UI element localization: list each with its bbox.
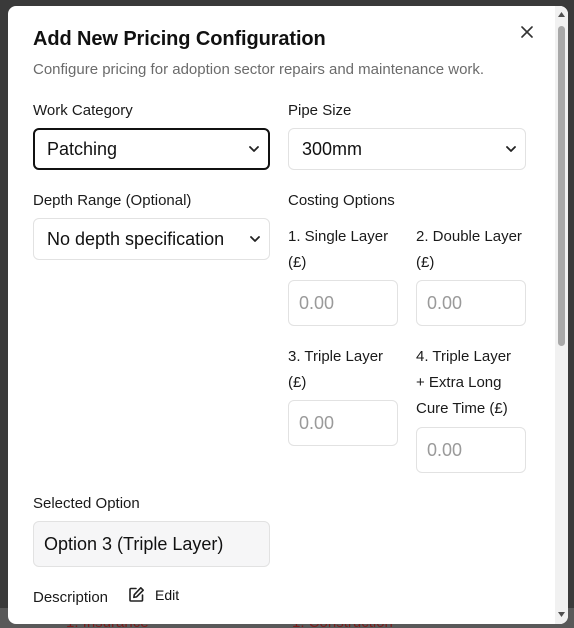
triple-layer-input[interactable]: 0.00 xyxy=(288,400,398,446)
single-layer-label: 1. Single Layer (£) xyxy=(288,228,389,271)
double-layer-label: 2. Double Layer (£) xyxy=(416,228,522,271)
modal-subtitle: Configure pricing for adoption sector re… xyxy=(33,61,485,78)
triple-layer-extra-cure-input[interactable]: 0.00 xyxy=(416,427,526,473)
edit-description-button[interactable]: Edit xyxy=(128,586,179,603)
work-category-label: Work Category xyxy=(33,102,133,119)
edit-label: Edit xyxy=(155,586,180,603)
pipe-size-label: Pipe Size xyxy=(288,102,352,119)
selected-option-label: Selected Option xyxy=(33,495,140,512)
chevron-down-icon xyxy=(250,236,260,242)
close-button[interactable] xyxy=(518,23,536,41)
triple-layer-label: 3. Triple Layer (£) xyxy=(288,348,384,391)
work-category-select[interactable]: Patching xyxy=(33,128,270,170)
modal-scrollbar[interactable] xyxy=(555,6,568,624)
pipe-size-select[interactable]: 300mm xyxy=(288,128,526,170)
description-label: Description xyxy=(33,589,109,606)
modal-title: Add New Pricing Configuration xyxy=(33,28,326,50)
scroll-up-icon[interactable] xyxy=(557,10,566,19)
scrollbar-thumb[interactable] xyxy=(558,26,565,346)
pipe-size-value: 300mm xyxy=(302,138,363,159)
single-layer-input[interactable]: 0.00 xyxy=(288,280,398,326)
depth-range-select[interactable]: No depth specification xyxy=(33,218,270,260)
scroll-down-icon[interactable] xyxy=(557,610,566,619)
double-layer-input[interactable]: 0.00 xyxy=(416,280,526,326)
depth-range-label: Depth Range (Optional) xyxy=(33,192,192,209)
costing-options-label: Costing Options xyxy=(288,192,395,209)
close-icon xyxy=(521,26,533,38)
pricing-config-modal: Add New Pricing Configuration Configure … xyxy=(8,6,568,624)
chevron-down-icon xyxy=(506,146,516,152)
work-category-value: Patching xyxy=(47,138,118,159)
chevron-down-icon xyxy=(249,146,259,152)
edit-icon xyxy=(129,587,144,602)
selected-option-value: Option 3 (Triple Layer) xyxy=(33,521,270,567)
depth-range-value: No depth specification xyxy=(47,228,225,249)
triple-layer-extra-cure-label: 4. Triple Layer + Extra Long Cure Time (… xyxy=(416,348,512,417)
